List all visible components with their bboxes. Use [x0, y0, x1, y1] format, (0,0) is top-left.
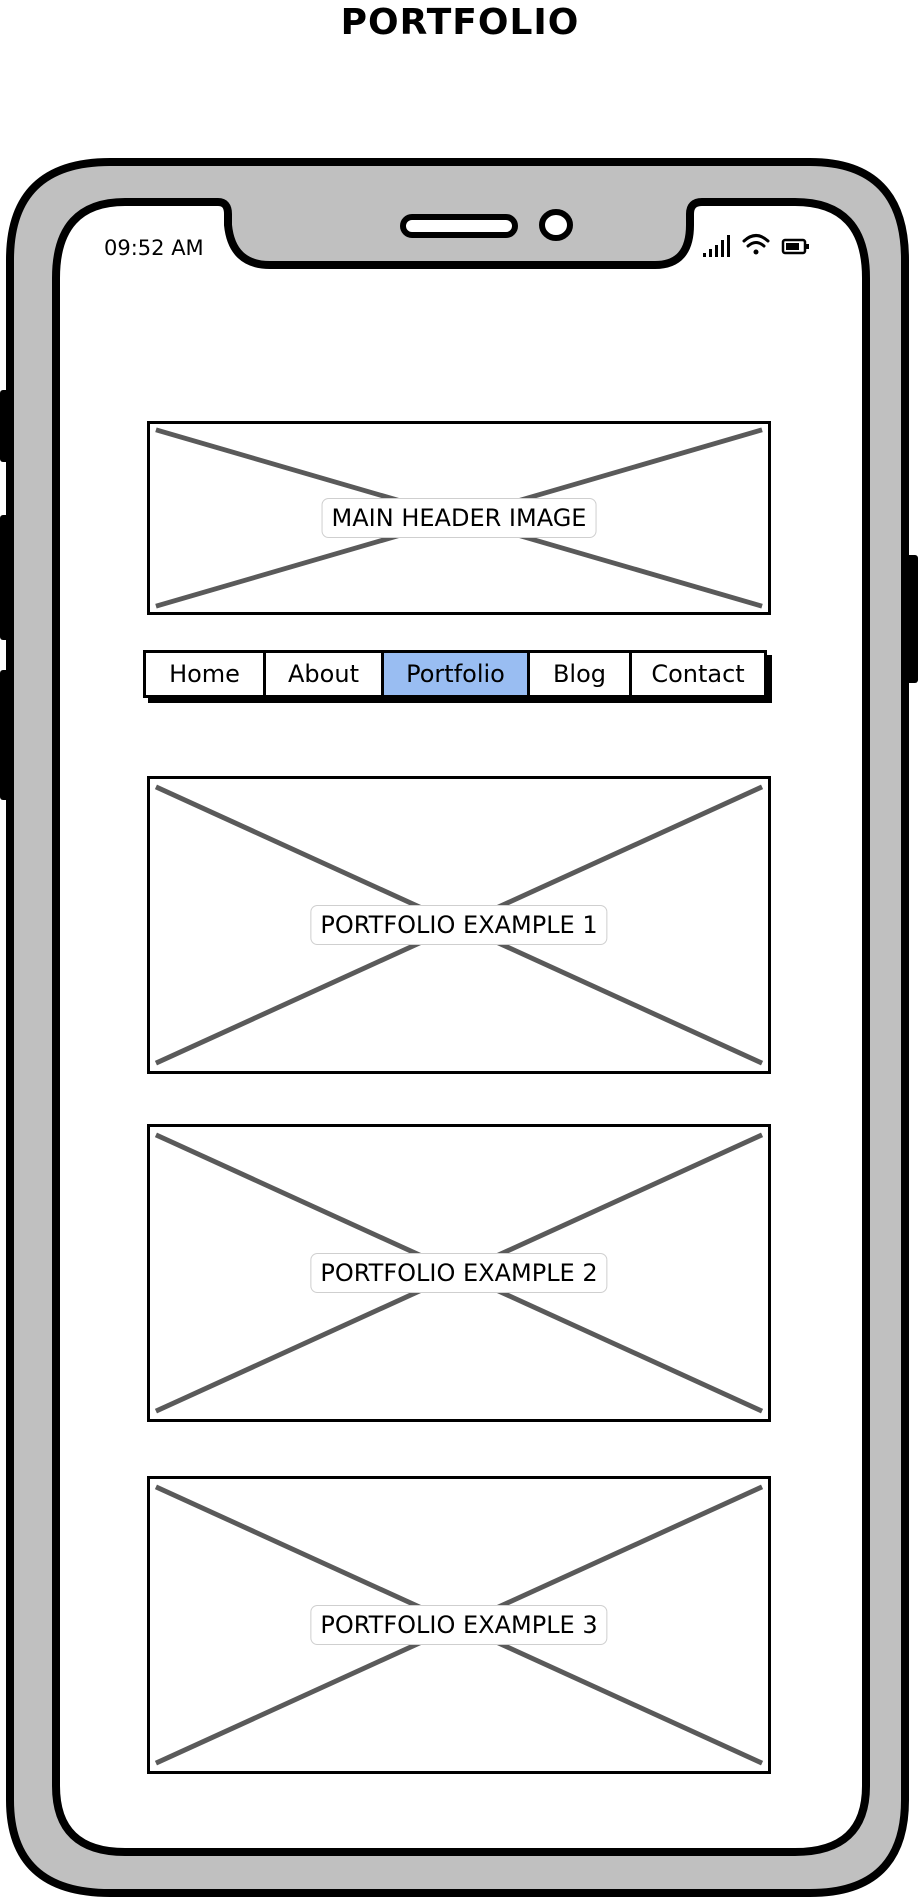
nav-item-home[interactable]: Home: [146, 653, 266, 695]
nav-item-label: Home: [169, 660, 240, 688]
front-camera: [539, 209, 573, 241]
main-nav: Home About Portfolio Blog Contact: [143, 650, 767, 698]
portfolio-example-card[interactable]: PORTFOLIO EXAMPLE 1: [147, 776, 771, 1074]
nav-item-about[interactable]: About: [266, 653, 384, 695]
portfolio-example-label: PORTFOLIO EXAMPLE 1: [310, 905, 608, 945]
nav-item-label: About: [288, 660, 359, 688]
header-image-placeholder: MAIN HEADER IMAGE: [147, 421, 771, 615]
status-time: 09:52 AM: [104, 236, 204, 260]
nav-item-label: Blog: [552, 660, 607, 688]
volume-down-button: [0, 670, 10, 800]
nav-item-blog[interactable]: Blog: [530, 653, 632, 695]
header-image-label: MAIN HEADER IMAGE: [321, 498, 597, 538]
mute-switch: [0, 390, 10, 462]
portfolio-example-label: PORTFOLIO EXAMPLE 3: [310, 1605, 608, 1645]
volume-up-button: [0, 515, 10, 640]
nav-item-contact[interactable]: Contact: [632, 653, 764, 695]
portfolio-example-card[interactable]: PORTFOLIO EXAMPLE 2: [147, 1124, 771, 1422]
nav-item-portfolio[interactable]: Portfolio: [384, 653, 530, 695]
portfolio-example-card[interactable]: PORTFOLIO EXAMPLE 3: [147, 1476, 771, 1774]
portfolio-example-label: PORTFOLIO EXAMPLE 2: [310, 1253, 608, 1293]
speaker-grille: [400, 214, 518, 238]
power-button: [906, 555, 918, 683]
nav-item-label: Contact: [651, 660, 745, 688]
nav-item-label: Portfolio: [406, 660, 505, 688]
